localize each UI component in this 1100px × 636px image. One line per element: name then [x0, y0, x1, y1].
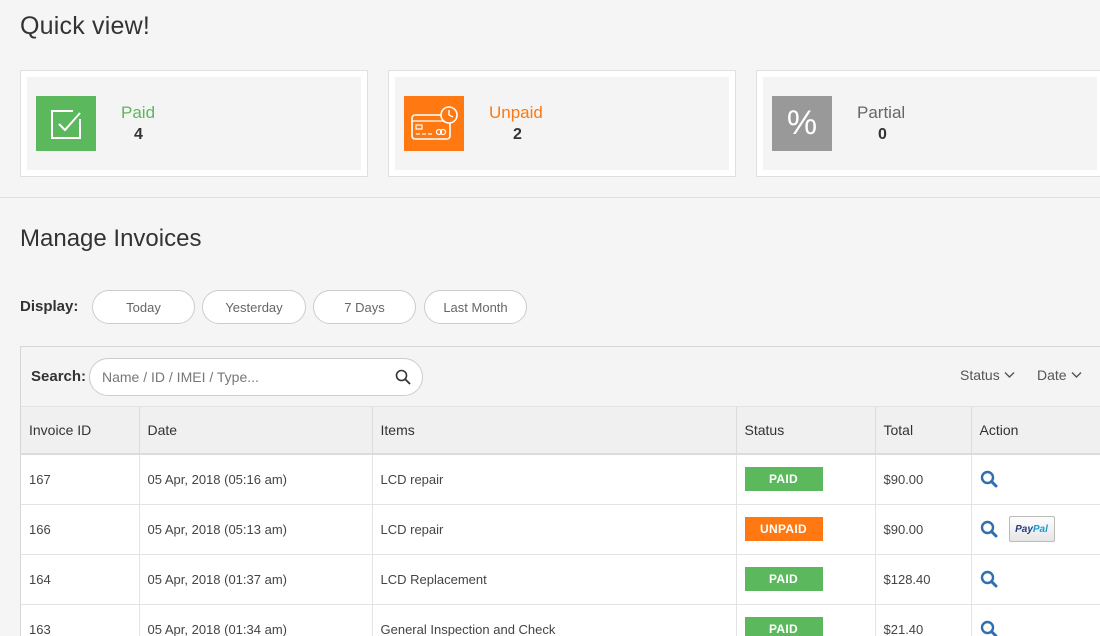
display-yesterday-button[interactable]: Yesterday: [202, 290, 306, 324]
date-cell: 05 Apr, 2018 (01:37 am): [139, 554, 373, 605]
paid-label: Paid: [121, 103, 156, 122]
percent-icon: %: [772, 96, 832, 151]
credit-card-clock-icon: [404, 96, 464, 151]
status-filter-label: Status: [960, 367, 1000, 383]
partial-count: 0: [878, 126, 887, 143]
search-input[interactable]: [89, 358, 423, 396]
status-cell: PAID: [736, 554, 876, 605]
date-cell: 05 Apr, 2018 (05:13 am): [139, 504, 373, 555]
view-invoice-search-icon[interactable]: [980, 470, 998, 488]
column-header-date[interactable]: Date: [139, 407, 373, 455]
invoice-id-cell: 166: [21, 504, 140, 555]
invoice-id-cell: 164: [21, 554, 140, 605]
total-cell: $128.40: [875, 554, 972, 605]
total-cell: $21.40: [875, 604, 972, 636]
search-icon[interactable]: [395, 369, 411, 385]
column-header-total[interactable]: Total: [875, 407, 972, 455]
view-invoice-search-icon[interactable]: [980, 520, 998, 538]
paypal-logo-pay: Pay: [1015, 523, 1033, 535]
status-cell: PAID: [736, 604, 876, 636]
display-7-days-button[interactable]: 7 Days: [313, 290, 416, 324]
paid-card: Paid 4: [20, 70, 368, 177]
column-header-status[interactable]: Status: [736, 407, 876, 455]
unpaid-count: 2: [513, 126, 522, 143]
status-cell: UNPAID: [736, 504, 876, 555]
invoices-table: Invoice ID Date Items Status Total Actio…: [21, 407, 1100, 636]
display-last-month-button[interactable]: Last Month: [424, 290, 527, 324]
status-badge: PAID: [744, 467, 823, 492]
quick-view-title: Quick view!: [20, 12, 151, 40]
display-today-button[interactable]: Today: [92, 290, 195, 324]
date-filter-label: Date: [1037, 367, 1067, 383]
partial-card: % Partial 0: [756, 70, 1100, 177]
paid-count: 4: [134, 126, 143, 143]
column-header-invoice-id[interactable]: Invoice ID: [21, 407, 140, 455]
unpaid-card: Unpaid 2: [388, 70, 736, 177]
items-cell: General Inspection and Check: [372, 604, 737, 636]
invoices-panel: Search: Status Date Invoice ID Date Item…: [20, 346, 1100, 636]
date-filter-dropdown[interactable]: Date: [1037, 367, 1082, 383]
chevron-down-icon: [1071, 372, 1082, 378]
column-header-action: Action: [971, 407, 1100, 455]
status-badge: PAID: [744, 617, 823, 636]
status-filter-dropdown[interactable]: Status: [960, 367, 1015, 383]
date-cell: 05 Apr, 2018 (01:34 am): [139, 604, 373, 636]
invoice-id-cell: 167: [21, 454, 140, 505]
partial-label: Partial: [857, 103, 906, 122]
invoice-id-cell: 163: [21, 604, 140, 636]
column-header-items[interactable]: Items: [372, 407, 737, 455]
action-cell: [971, 554, 1100, 605]
display-label: Display:: [20, 298, 79, 315]
total-cell: $90.00: [875, 454, 972, 505]
unpaid-label: Unpaid: [489, 103, 543, 122]
view-invoice-search-icon[interactable]: [980, 620, 998, 636]
action-cell: Pay Pal: [971, 504, 1100, 555]
date-cell: 05 Apr, 2018 (05:16 am): [139, 454, 373, 505]
chevron-down-icon: [1004, 372, 1015, 378]
action-cell: [971, 454, 1100, 505]
table-row: 164 05 Apr, 2018 (01:37 am) LCD Replacemen…: [21, 554, 1100, 605]
status-badge: UNPAID: [744, 517, 823, 541]
items-cell: LCD repair: [372, 454, 737, 505]
paypal-logo-pal: Pal: [1032, 523, 1048, 535]
checkbox-icon: [36, 96, 96, 151]
table-row: 167 05 Apr, 2018 (05:16 am) LCD repair PAID…: [21, 454, 1100, 505]
manage-invoices-title: Manage Invoices: [20, 225, 202, 252]
table-header-row: Invoice ID Date Items Status Total Actio…: [21, 407, 1100, 455]
action-cell: [971, 604, 1100, 636]
view-invoice-search-icon[interactable]: [980, 570, 998, 588]
table-row: 163 05 Apr, 2018 (01:34 am) General Inspec…: [21, 604, 1100, 636]
total-cell: $90.00: [875, 504, 972, 555]
search-label: Search:: [31, 368, 87, 385]
items-cell: LCD Replacement: [372, 554, 737, 605]
section-divider: [0, 197, 1100, 198]
table-row: 166 05 Apr, 2018 (05:13 am) LCD repair UNPA…: [21, 504, 1100, 555]
search-bar: Search: Status Date: [21, 347, 1100, 407]
status-badge: PAID: [744, 567, 823, 591]
status-cell: PAID: [736, 454, 876, 505]
paypal-pay-button[interactable]: Pay Pal: [1008, 516, 1055, 542]
items-cell: LCD repair: [372, 504, 737, 555]
